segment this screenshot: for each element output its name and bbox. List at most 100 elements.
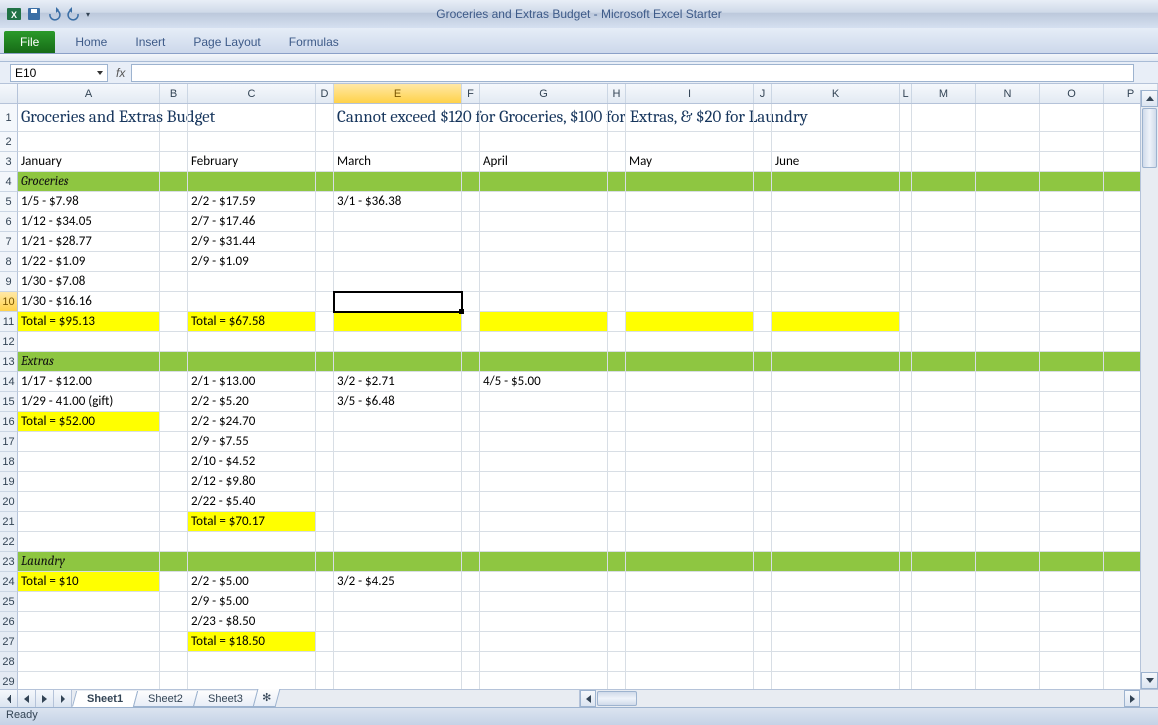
cell-H20[interactable]: [608, 492, 626, 512]
cell-K21[interactable]: [772, 512, 900, 532]
cell-B20[interactable]: [160, 492, 188, 512]
cell-F12[interactable]: [462, 332, 480, 352]
cell-M10[interactable]: [912, 292, 976, 312]
cell-K12[interactable]: [772, 332, 900, 352]
cell-A3[interactable]: January: [18, 152, 160, 172]
cell-K1[interactable]: [772, 104, 900, 132]
cell-D23[interactable]: [316, 552, 334, 572]
cell-I18[interactable]: [626, 452, 754, 472]
cell-D11[interactable]: [316, 312, 334, 332]
cell-I9[interactable]: [626, 272, 754, 292]
cell-E12[interactable]: [334, 332, 462, 352]
cell-O7[interactable]: [1040, 232, 1104, 252]
cell-M21[interactable]: [912, 512, 976, 532]
cell-F27[interactable]: [462, 632, 480, 652]
cell-C25[interactable]: 2/9 - $5.00: [188, 592, 316, 612]
cell-I21[interactable]: [626, 512, 754, 532]
cell-K16[interactable]: [772, 412, 900, 432]
cell-I16[interactable]: [626, 412, 754, 432]
cell-I4[interactable]: [626, 172, 754, 192]
cell-H11[interactable]: [608, 312, 626, 332]
column-header-L[interactable]: L: [900, 84, 912, 103]
row-header-11[interactable]: 11: [0, 312, 18, 332]
cell-N14[interactable]: [976, 372, 1040, 392]
horizontal-scrollbar[interactable]: [579, 690, 1140, 707]
cell-B9[interactable]: [160, 272, 188, 292]
cell-G8[interactable]: [480, 252, 608, 272]
cell-I26[interactable]: [626, 612, 754, 632]
cell-O28[interactable]: [1040, 652, 1104, 672]
cell-A5[interactable]: 1/5 - $7.98: [18, 192, 160, 212]
cell-K18[interactable]: [772, 452, 900, 472]
cell-H3[interactable]: [608, 152, 626, 172]
cell-G1[interactable]: [480, 104, 608, 132]
cell-J24[interactable]: [754, 572, 772, 592]
cell-N4[interactable]: [976, 172, 1040, 192]
cell-O12[interactable]: [1040, 332, 1104, 352]
cell-H18[interactable]: [608, 452, 626, 472]
sheet-tab-sheet2[interactable]: Sheet2: [133, 691, 198, 707]
cell-N24[interactable]: [976, 572, 1040, 592]
cell-A27[interactable]: [18, 632, 160, 652]
cell-A20[interactable]: [18, 492, 160, 512]
tab-formulas[interactable]: Formulas: [275, 31, 353, 53]
cell-L27[interactable]: [900, 632, 912, 652]
cell-E18[interactable]: [334, 452, 462, 472]
cell-N5[interactable]: [976, 192, 1040, 212]
cell-K5[interactable]: [772, 192, 900, 212]
cell-M8[interactable]: [912, 252, 976, 272]
cell-M6[interactable]: [912, 212, 976, 232]
cell-C22[interactable]: [188, 532, 316, 552]
cell-A1[interactable]: Groceries and Extras Budget: [18, 104, 160, 132]
cell-G10[interactable]: [480, 292, 608, 312]
cell-A13[interactable]: Extras: [18, 352, 160, 372]
cell-M25[interactable]: [912, 592, 976, 612]
cell-L3[interactable]: [900, 152, 912, 172]
row-header-3[interactable]: 3: [0, 152, 18, 172]
cell-F26[interactable]: [462, 612, 480, 632]
cell-F21[interactable]: [462, 512, 480, 532]
cell-F1[interactable]: [462, 104, 480, 132]
cell-F6[interactable]: [462, 212, 480, 232]
cell-C19[interactable]: 2/12 - $9.80: [188, 472, 316, 492]
cell-E24[interactable]: 3/2 - $4.25: [334, 572, 462, 592]
cell-O14[interactable]: [1040, 372, 1104, 392]
cell-A7[interactable]: 1/21 - $28.77: [18, 232, 160, 252]
cell-H27[interactable]: [608, 632, 626, 652]
tab-page-layout[interactable]: Page Layout: [179, 31, 274, 53]
column-header-D[interactable]: D: [316, 84, 334, 103]
cell-J3[interactable]: [754, 152, 772, 172]
row-header-18[interactable]: 18: [0, 452, 18, 472]
cell-G2[interactable]: [480, 132, 608, 152]
cell-D5[interactable]: [316, 192, 334, 212]
cell-D22[interactable]: [316, 532, 334, 552]
cell-L26[interactable]: [900, 612, 912, 632]
column-header-N[interactable]: N: [976, 84, 1040, 103]
column-header-A[interactable]: A: [18, 84, 160, 103]
cell-L19[interactable]: [900, 472, 912, 492]
column-header-K[interactable]: K: [772, 84, 900, 103]
cell-D3[interactable]: [316, 152, 334, 172]
cell-I7[interactable]: [626, 232, 754, 252]
cell-B1[interactable]: [160, 104, 188, 132]
cell-L13[interactable]: [900, 352, 912, 372]
cell-E25[interactable]: [334, 592, 462, 612]
cell-C28[interactable]: [188, 652, 316, 672]
cell-B14[interactable]: [160, 372, 188, 392]
cell-N10[interactable]: [976, 292, 1040, 312]
cell-H23[interactable]: [608, 552, 626, 572]
cell-H21[interactable]: [608, 512, 626, 532]
cell-K6[interactable]: [772, 212, 900, 232]
cell-L6[interactable]: [900, 212, 912, 232]
cell-O13[interactable]: [1040, 352, 1104, 372]
cell-M18[interactable]: [912, 452, 976, 472]
cell-N16[interactable]: [976, 412, 1040, 432]
sheet-nav-last[interactable]: [54, 690, 72, 707]
cell-G6[interactable]: [480, 212, 608, 232]
cell-N18[interactable]: [976, 452, 1040, 472]
cell-J4[interactable]: [754, 172, 772, 192]
cell-F17[interactable]: [462, 432, 480, 452]
cell-M3[interactable]: [912, 152, 976, 172]
scroll-left-button[interactable]: [580, 690, 596, 707]
cell-J27[interactable]: [754, 632, 772, 652]
